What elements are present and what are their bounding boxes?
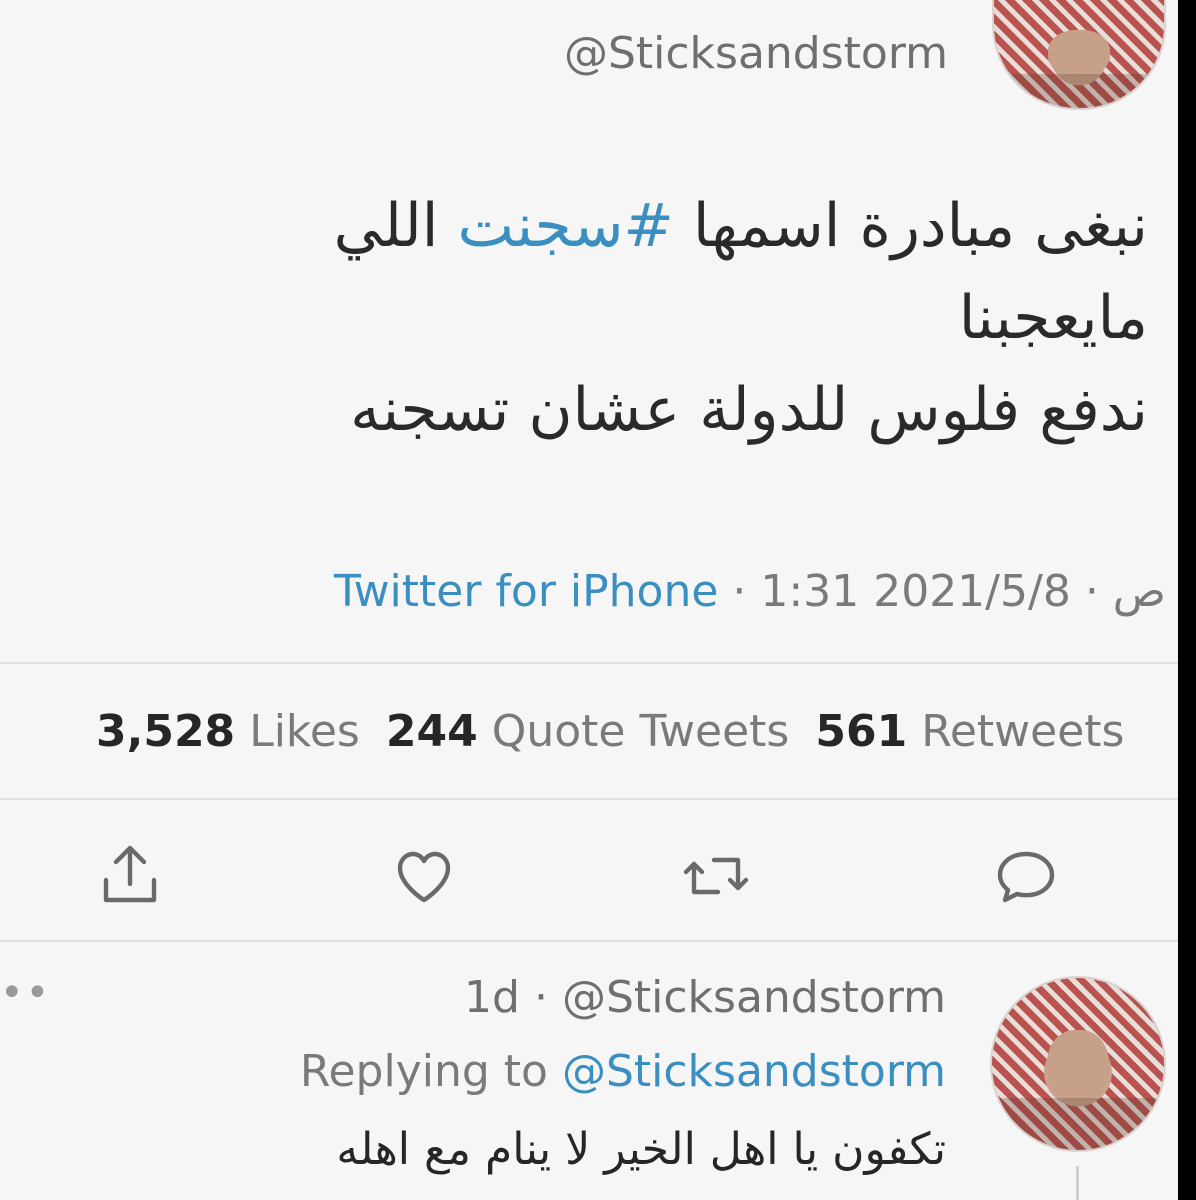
reply-header: 1d · @Sticksandstorm [464, 972, 946, 1023]
replying-to-handle[interactable]: @Sticksandstorm [562, 1046, 946, 1097]
like-icon [397, 851, 451, 903]
divider [0, 798, 1178, 800]
divider [0, 940, 1178, 942]
thread-line [1076, 1166, 1079, 1200]
tweet-stats: 3,528 Likes 244 Quote Tweets 561 Retweets [96, 706, 1124, 757]
avatar-face [1048, 29, 1110, 77]
author-avatar[interactable] [992, 0, 1166, 110]
screen-edge [1178, 0, 1196, 1200]
reply-icon [997, 851, 1055, 903]
share-button[interactable] [90, 836, 170, 916]
tweet-date: 2021/5/8 [873, 566, 1071, 617]
author-handle[interactable]: @Sticksandstorm [564, 28, 948, 79]
hashtag-link[interactable]: #سجنت [457, 191, 673, 261]
replying-to: Replying to @Sticksandstorm [299, 1046, 946, 1097]
divider [0, 662, 1178, 664]
more-options-icon[interactable]: •• [0, 970, 51, 1016]
retweet-icon [683, 857, 749, 895]
tweet-source[interactable]: Twitter for iPhone [334, 566, 718, 617]
retweet-button[interactable] [676, 836, 756, 916]
tweet-detail-view: @Sticksandstorm نبغى مبادرة اسمها #سجنت … [0, 0, 1178, 1200]
avatar-face [1047, 1029, 1109, 1102]
retweets-stat[interactable]: 561 Retweets [815, 706, 1124, 757]
tweet-text-line-1: نبغى مبادرة اسمها #سجنت اللي مايعجبنا [333, 191, 1148, 353]
reply-author-avatar[interactable] [990, 976, 1166, 1152]
reply-button[interactable] [986, 836, 1066, 916]
tweet-text-line-2: ندفع فلوس للدولة عشان تسجنه [350, 375, 1148, 445]
reply-age: 1d [464, 972, 520, 1023]
likes-stat[interactable]: 3,528 Likes [96, 706, 360, 757]
tweet-text: نبغى مبادرة اسمها #سجنت اللي مايعجبنا ند… [148, 180, 1148, 456]
tweet-metadata: Twitter for iPhone · 1:31 ص · 2021/5/8 [333, 566, 1166, 617]
reply-text: تكفون يا اهل الخير لا ينام مع اهله [336, 1124, 946, 1175]
reply-author-handle[interactable]: @Sticksandstorm [562, 972, 946, 1023]
share-icon [103, 845, 157, 903]
like-button[interactable] [384, 836, 464, 916]
quote-tweets-stat[interactable]: 244 Quote Tweets [386, 706, 790, 757]
